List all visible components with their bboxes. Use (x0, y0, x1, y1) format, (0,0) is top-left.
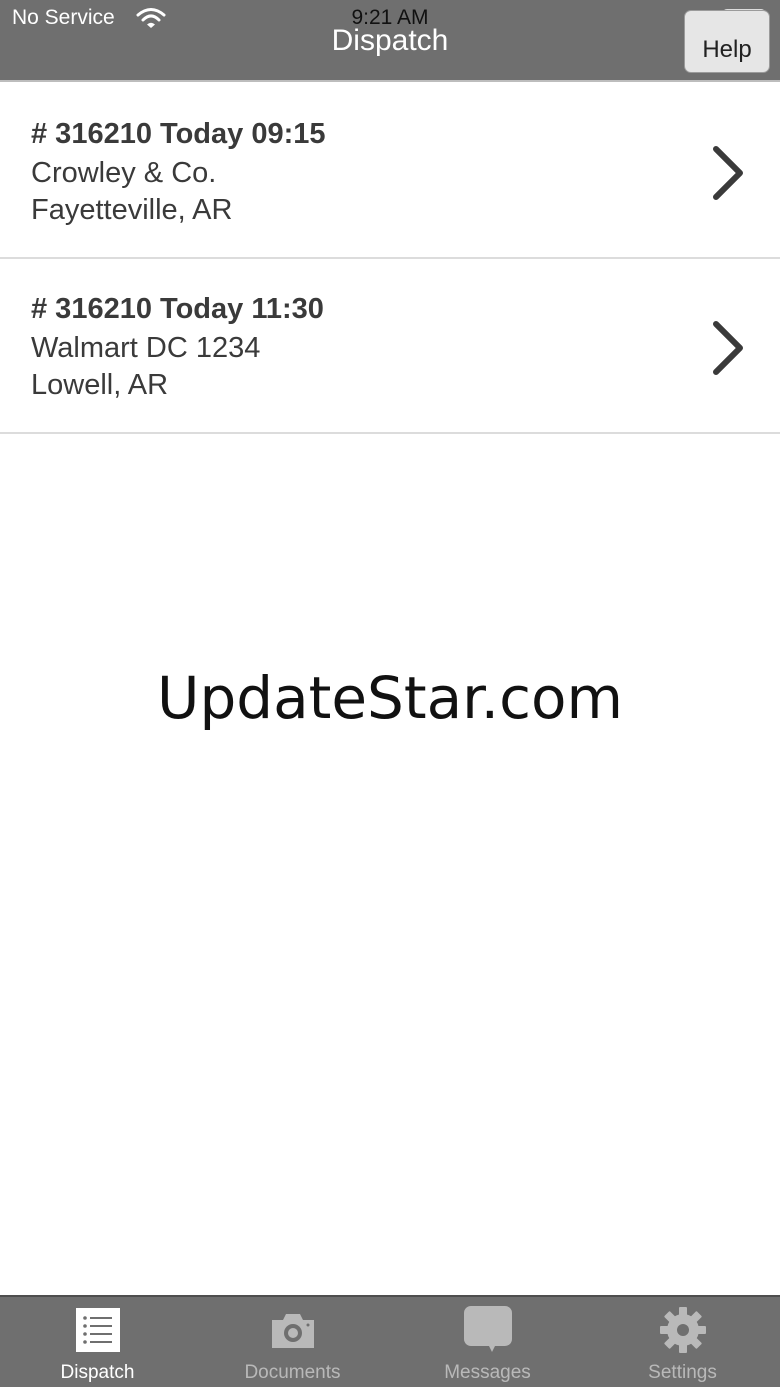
tab-dispatch[interactable]: Dispatch (0, 1297, 195, 1387)
tab-documents[interactable]: Documents (195, 1297, 390, 1387)
list-icon (75, 1308, 120, 1352)
dispatch-location: Lowell, AR (31, 369, 169, 401)
dispatch-company: Walmart DC 1234 (31, 332, 261, 364)
dispatch-row[interactable]: # 316210 Today 11:30 Walmart DC 1234 Low… (0, 259, 780, 434)
dispatch-location: Fayetteville, AR (31, 194, 233, 226)
dispatch-list: # 316210 Today 09:15 Crowley & Co. Fayet… (0, 84, 780, 434)
dispatch-number-time: # 316210 Today 11:30 (31, 293, 324, 325)
chevron-right-icon[interactable] (708, 145, 748, 201)
dispatch-row[interactable]: # 316210 Today 09:15 Crowley & Co. Fayet… (0, 84, 780, 259)
tab-label: Settings (648, 1362, 717, 1383)
page-title: Dispatch (331, 24, 449, 57)
tab-label: Documents (244, 1362, 341, 1383)
help-button[interactable]: Help (684, 10, 770, 73)
camera-icon (271, 1314, 314, 1348)
watermark: UpdateStar.com (157, 664, 623, 732)
chat-bubble-icon (463, 1306, 512, 1352)
tab-label: Messages (444, 1362, 531, 1383)
navigation-bar: No Service 9:21 AM Dispatch Help (0, 0, 780, 82)
dispatch-number-time: # 316210 Today 09:15 (31, 118, 326, 150)
tab-messages[interactable]: Messages (390, 1297, 585, 1387)
chevron-right-icon[interactable] (708, 320, 748, 376)
dispatch-company: Crowley & Co. (31, 157, 217, 189)
tab-bar: Dispatch Documents Messages Settings (0, 1295, 780, 1387)
tab-label: Dispatch (60, 1362, 135, 1383)
gear-icon (659, 1307, 706, 1353)
tab-settings[interactable]: Settings (585, 1297, 780, 1387)
